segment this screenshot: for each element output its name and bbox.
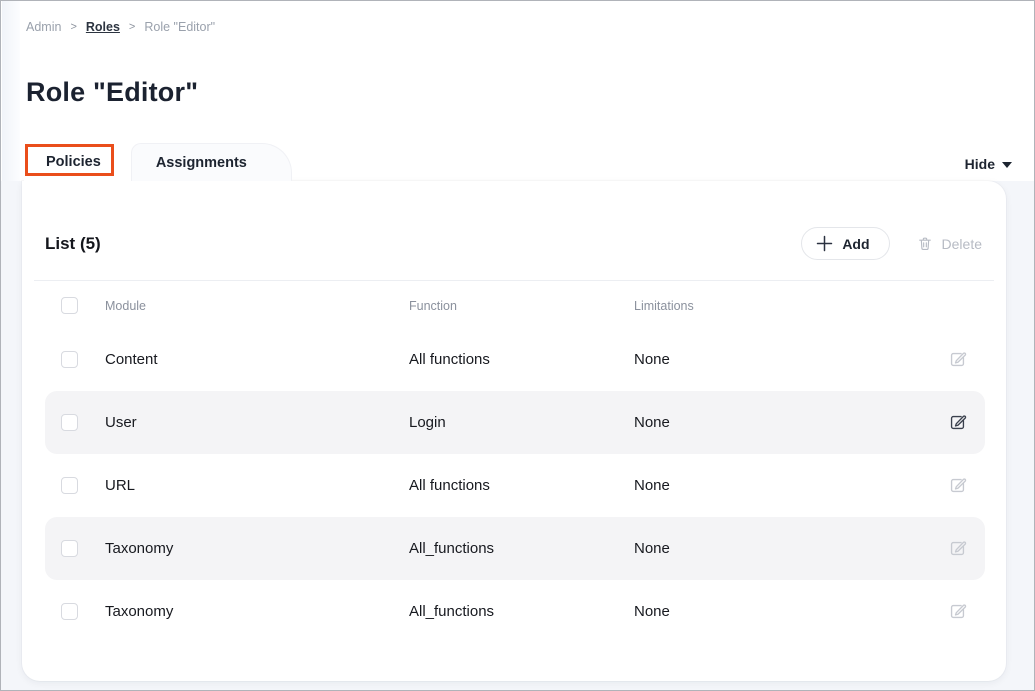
content-background: List (5) Add Delete Module — [1, 181, 1034, 691]
breadcrumb-item-admin[interactable]: Admin — [26, 20, 61, 34]
tab-assignments[interactable]: Assignments — [131, 143, 292, 181]
table-row: Taxonomy All_functions None — [45, 580, 985, 643]
edit-button[interactable] — [939, 476, 967, 495]
hide-toggle-label: Hide — [965, 156, 995, 172]
tab-policies-label: Policies — [46, 154, 101, 170]
table-row: User Login None — [45, 391, 985, 454]
list-title: List (5) — [45, 234, 101, 254]
list-header-divider — [34, 280, 994, 281]
add-button[interactable]: Add — [801, 227, 889, 260]
cell-limitations: None — [634, 351, 939, 368]
row-checkbox[interactable] — [61, 540, 78, 557]
cell-limitations: None — [634, 603, 939, 620]
tab-policies[interactable]: Policies — [24, 143, 131, 181]
column-header-module: Module — [105, 299, 409, 313]
pencil-square-icon — [948, 350, 967, 369]
cell-limitations: None — [634, 414, 939, 431]
tab-assignments-label: Assignments — [156, 155, 247, 171]
breadcrumb-separator: > — [129, 20, 135, 34]
table-row: URL All functions None — [45, 454, 985, 517]
edit-button[interactable] — [939, 413, 967, 432]
row-checkbox[interactable] — [61, 351, 78, 368]
pencil-square-icon — [948, 602, 967, 621]
chevron-down-icon — [1002, 162, 1012, 168]
table-row: Taxonomy All_functions None — [45, 517, 985, 580]
cell-module: User — [105, 414, 409, 431]
breadcrumb: Admin > Roles > Role "Editor" — [26, 20, 1010, 34]
select-all-checkbox[interactable] — [61, 297, 78, 314]
delete-button-label: Delete — [942, 236, 982, 252]
list-header: List (5) Add Delete — [22, 181, 1006, 260]
policies-panel: List (5) Add Delete Module — [22, 181, 1006, 681]
trash-icon — [917, 235, 933, 252]
pencil-square-icon — [948, 413, 967, 432]
row-checkbox[interactable] — [61, 414, 78, 431]
cell-module: URL — [105, 477, 409, 494]
cell-function: All functions — [409, 477, 634, 494]
column-header-limitations: Limitations — [634, 299, 939, 313]
edit-button[interactable] — [939, 350, 967, 369]
tab-bar: Policies Assignments Hide — [1, 143, 1034, 181]
plus-icon — [816, 235, 833, 252]
cell-function: All_functions — [409, 603, 634, 620]
breadcrumb-separator: > — [70, 20, 76, 34]
add-button-label: Add — [842, 236, 869, 252]
column-header-function: Function — [409, 299, 634, 313]
edit-button[interactable] — [939, 602, 967, 621]
table-header-row: Module Function Limitations — [45, 283, 985, 328]
table-row: Content All functions None — [45, 328, 985, 391]
breadcrumb-item-current: Role "Editor" — [144, 20, 215, 34]
row-checkbox[interactable] — [61, 603, 78, 620]
row-checkbox[interactable] — [61, 477, 78, 494]
app-window: Admin > Roles > Role "Editor" Role "Edit… — [0, 0, 1035, 691]
pencil-square-icon — [948, 476, 967, 495]
cell-module: Content — [105, 351, 409, 368]
list-actions: Add Delete — [801, 227, 982, 260]
cell-function: All_functions — [409, 540, 634, 557]
cell-limitations: None — [634, 540, 939, 557]
pencil-square-icon — [948, 539, 967, 558]
policies-table: Module Function Limitations Content All … — [22, 283, 1006, 643]
hide-panel-toggle[interactable]: Hide — [965, 156, 1012, 181]
breadcrumb-item-roles[interactable]: Roles — [86, 20, 120, 34]
cell-limitations: None — [634, 477, 939, 494]
cell-function: Login — [409, 414, 634, 431]
edit-button[interactable] — [939, 539, 967, 558]
delete-button[interactable]: Delete — [917, 235, 982, 252]
cell-module: Taxonomy — [105, 603, 409, 620]
cell-function: All functions — [409, 351, 634, 368]
cell-module: Taxonomy — [105, 540, 409, 557]
page-header: Admin > Roles > Role "Editor" Role "Edit… — [1, 1, 1034, 107]
page-title: Role "Editor" — [26, 77, 1010, 107]
